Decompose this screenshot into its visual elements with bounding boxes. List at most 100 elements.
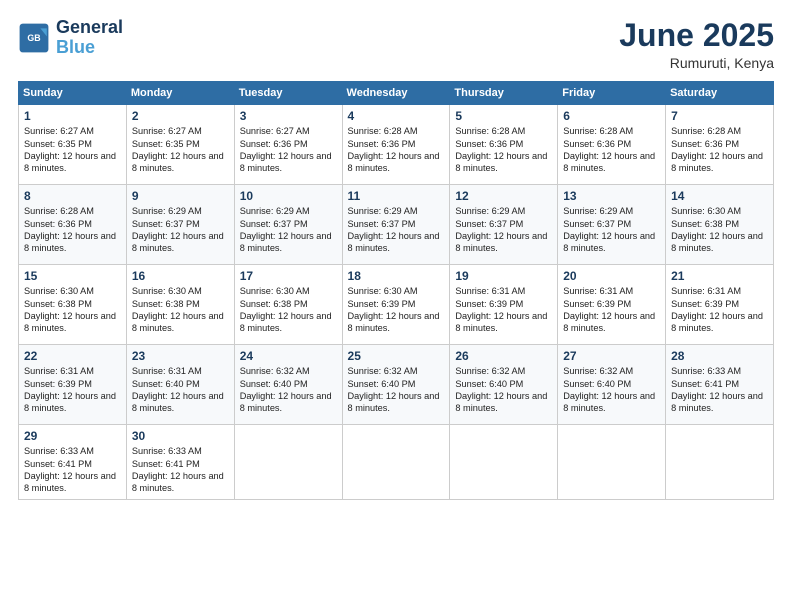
day-info: Sunrise: 6:30 AMSunset: 6:38 PMDaylight:… — [24, 286, 116, 333]
day-info: Sunrise: 6:32 AMSunset: 6:40 PMDaylight:… — [348, 366, 440, 413]
calendar-week-5: 29Sunrise: 6:33 AMSunset: 6:41 PMDayligh… — [19, 425, 774, 500]
calendar-day-22: 22 Sunrise: 6:31 AMSunset: 6:39 PMDayligh… — [19, 345, 127, 425]
weekday-header-tuesday: Tuesday — [234, 82, 342, 105]
calendar-day-6: 6Sunrise: 6:28 AMSunset: 6:36 PMDaylight… — [558, 105, 666, 185]
day-info: Sunrise: 6:28 AMSunset: 6:36 PMDaylight:… — [24, 206, 116, 253]
calendar-day-13: 13Sunrise: 6:29 AMSunset: 6:37 PMDayligh… — [558, 185, 666, 265]
day-number: 17 — [240, 269, 337, 283]
weekday-header-monday: Monday — [126, 82, 234, 105]
calendar-day-14: 14 Sunrise: 6:30 AMSunset: 6:38 PMDayligh… — [666, 185, 774, 265]
day-number: 23 — [132, 349, 229, 363]
weekday-header-saturday: Saturday — [666, 82, 774, 105]
day-number: 18 — [348, 269, 445, 283]
calendar-day-26: 26Sunrise: 6:32 AMSunset: 6:40 PMDayligh… — [450, 345, 558, 425]
calendar-day-24: 24 Sunrise: 6:32 AMSunset: 6:40 PMDayligh… — [234, 345, 342, 425]
calendar-day-1: 1 Sunrise: 6:27 AMSunset: 6:35 PMDaylight… — [19, 105, 127, 185]
calendar-empty-cell — [450, 425, 558, 500]
calendar-day-12: 12Sunrise: 6:29 AMSunset: 6:37 PMDayligh… — [450, 185, 558, 265]
calendar-day-27: 27 Sunrise: 6:32 AMSunset: 6:40 PMDayligh… — [558, 345, 666, 425]
weekday-header-thursday: Thursday — [450, 82, 558, 105]
day-info: Sunrise: 6:33 AMSunset: 6:41 PMDaylight:… — [24, 446, 116, 493]
calendar-day-30: 30 Sunrise: 6:33 AMSunset: 6:41 PMDayligh… — [126, 425, 234, 500]
day-info: Sunrise: 6:31 AMSunset: 6:39 PMDaylight:… — [671, 286, 763, 333]
day-number: 19 — [455, 269, 552, 283]
day-number: 10 — [240, 189, 337, 203]
day-info: Sunrise: 6:28 AMSunset: 6:36 PMDaylight:… — [671, 126, 763, 173]
day-number: 25 — [348, 349, 445, 363]
calendar-day-28: 28 Sunrise: 6:33 AMSunset: 6:41 PMDayligh… — [666, 345, 774, 425]
day-number: 5 — [455, 109, 552, 123]
svg-text:GB: GB — [27, 33, 40, 43]
calendar-day-15: 15 Sunrise: 6:30 AMSunset: 6:38 PMDayligh… — [19, 265, 127, 345]
day-info: Sunrise: 6:30 AMSunset: 6:38 PMDaylight:… — [132, 286, 224, 333]
day-number: 20 — [563, 269, 660, 283]
day-number: 8 — [24, 189, 121, 203]
day-number: 22 — [24, 349, 121, 363]
day-number: 30 — [132, 429, 229, 443]
day-number: 9 — [132, 189, 229, 203]
day-info: Sunrise: 6:31 AMSunset: 6:40 PMDaylight:… — [132, 366, 224, 413]
month-title: June 2025 — [619, 18, 774, 53]
calendar-day-2: 2Sunrise: 6:27 AMSunset: 6:35 PMDaylight… — [126, 105, 234, 185]
calendar: SundayMondayTuesdayWednesdayThursdayFrid… — [18, 81, 774, 500]
title-block: June 2025 Rumuruti, Kenya — [619, 18, 774, 71]
calendar-day-7: 7 Sunrise: 6:28 AMSunset: 6:36 PMDaylight… — [666, 105, 774, 185]
logo: GB GeneralBlue — [18, 18, 123, 58]
calendar-day-16: 16Sunrise: 6:30 AMSunset: 6:38 PMDayligh… — [126, 265, 234, 345]
calendar-day-11: 11 Sunrise: 6:29 AMSunset: 6:37 PMDayligh… — [342, 185, 450, 265]
day-info: Sunrise: 6:30 AMSunset: 6:38 PMDaylight:… — [240, 286, 332, 333]
weekday-header-sunday: Sunday — [19, 82, 127, 105]
calendar-day-4: 4Sunrise: 6:28 AMSunset: 6:36 PMDaylight… — [342, 105, 450, 185]
weekday-header-wednesday: Wednesday — [342, 82, 450, 105]
day-info: Sunrise: 6:28 AMSunset: 6:36 PMDaylight:… — [455, 126, 547, 173]
day-number: 3 — [240, 109, 337, 123]
day-info: Sunrise: 6:29 AMSunset: 6:37 PMDaylight:… — [240, 206, 332, 253]
calendar-empty-cell — [234, 425, 342, 500]
day-number: 13 — [563, 189, 660, 203]
calendar-empty-cell — [342, 425, 450, 500]
day-number: 15 — [24, 269, 121, 283]
calendar-day-18: 18 Sunrise: 6:30 AMSunset: 6:39 PMDayligh… — [342, 265, 450, 345]
logo-text: GeneralBlue — [56, 18, 123, 58]
calendar-day-3: 3 Sunrise: 6:27 AMSunset: 6:36 PMDaylight… — [234, 105, 342, 185]
day-number: 21 — [671, 269, 768, 283]
day-info: Sunrise: 6:27 AMSunset: 6:36 PMDaylight:… — [240, 126, 332, 173]
day-number: 14 — [671, 189, 768, 203]
calendar-week-1: 1 Sunrise: 6:27 AMSunset: 6:35 PMDaylight… — [19, 105, 774, 185]
day-number: 11 — [348, 189, 445, 203]
day-info: Sunrise: 6:29 AMSunset: 6:37 PMDaylight:… — [132, 206, 224, 253]
calendar-week-4: 22 Sunrise: 6:31 AMSunset: 6:39 PMDayligh… — [19, 345, 774, 425]
location: Rumuruti, Kenya — [619, 55, 774, 71]
page-header: GB GeneralBlue June 2025 Rumuruti, Kenya — [18, 18, 774, 71]
day-number: 4 — [348, 109, 445, 123]
calendar-day-10: 10 Sunrise: 6:29 AMSunset: 6:37 PMDayligh… — [234, 185, 342, 265]
day-info: Sunrise: 6:33 AMSunset: 6:41 PMDaylight:… — [671, 366, 763, 413]
logo-icon: GB — [18, 22, 50, 54]
day-number: 27 — [563, 349, 660, 363]
day-number: 1 — [24, 109, 121, 123]
calendar-day-5: 5 Sunrise: 6:28 AMSunset: 6:36 PMDaylight… — [450, 105, 558, 185]
calendar-empty-cell — [558, 425, 666, 500]
day-info: Sunrise: 6:30 AMSunset: 6:39 PMDaylight:… — [348, 286, 440, 333]
day-info: Sunrise: 6:30 AMSunset: 6:38 PMDaylight:… — [671, 206, 763, 253]
day-info: Sunrise: 6:32 AMSunset: 6:40 PMDaylight:… — [563, 366, 655, 413]
day-info: Sunrise: 6:33 AMSunset: 6:41 PMDaylight:… — [132, 446, 224, 493]
day-info: Sunrise: 6:31 AMSunset: 6:39 PMDaylight:… — [563, 286, 655, 333]
day-info: Sunrise: 6:31 AMSunset: 6:39 PMDaylight:… — [24, 366, 116, 413]
day-number: 28 — [671, 349, 768, 363]
day-info: Sunrise: 6:32 AMSunset: 6:40 PMDaylight:… — [240, 366, 332, 413]
calendar-day-19: 19Sunrise: 6:31 AMSunset: 6:39 PMDayligh… — [450, 265, 558, 345]
calendar-day-29: 29Sunrise: 6:33 AMSunset: 6:41 PMDayligh… — [19, 425, 127, 500]
day-info: Sunrise: 6:27 AMSunset: 6:35 PMDaylight:… — [132, 126, 224, 173]
calendar-day-23: 23 Sunrise: 6:31 AMSunset: 6:40 PMDayligh… — [126, 345, 234, 425]
day-info: Sunrise: 6:27 AMSunset: 6:35 PMDaylight:… — [24, 126, 116, 173]
day-number: 7 — [671, 109, 768, 123]
day-number: 24 — [240, 349, 337, 363]
day-number: 26 — [455, 349, 552, 363]
calendar-day-20: 20 Sunrise: 6:31 AMSunset: 6:39 PMDayligh… — [558, 265, 666, 345]
day-info: Sunrise: 6:29 AMSunset: 6:37 PMDaylight:… — [348, 206, 440, 253]
day-info: Sunrise: 6:29 AMSunset: 6:37 PMDaylight:… — [455, 206, 547, 253]
calendar-day-17: 17 Sunrise: 6:30 AMSunset: 6:38 PMDayligh… — [234, 265, 342, 345]
calendar-week-3: 15 Sunrise: 6:30 AMSunset: 6:38 PMDayligh… — [19, 265, 774, 345]
day-info: Sunrise: 6:28 AMSunset: 6:36 PMDaylight:… — [563, 126, 655, 173]
